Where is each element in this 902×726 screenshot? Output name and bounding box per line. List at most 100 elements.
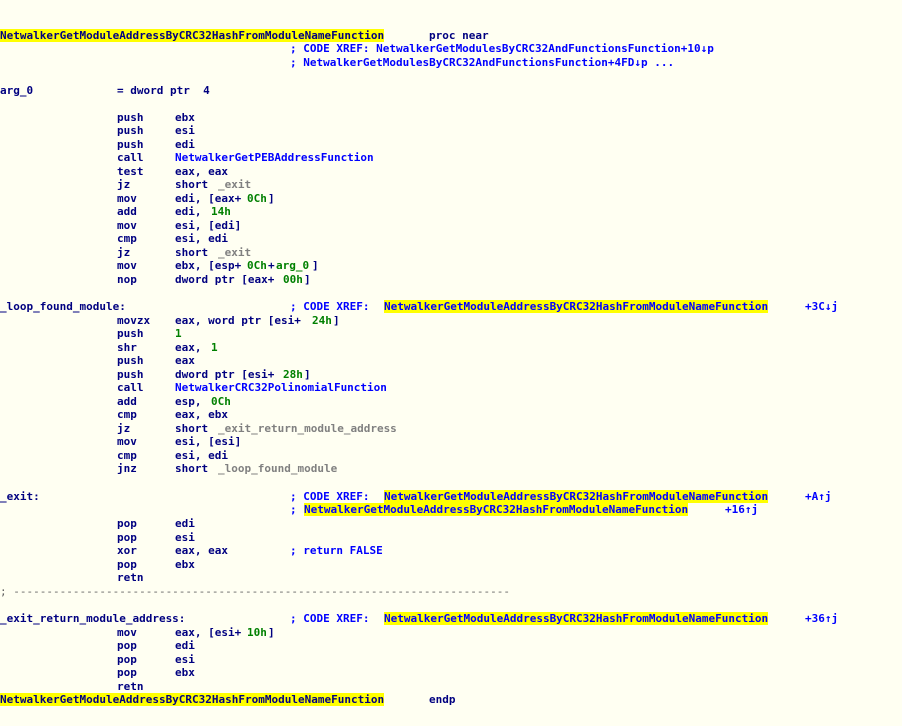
code-token: + [268, 259, 275, 272]
code-token: push [117, 368, 144, 381]
label-reference[interactable]: _loop_found_module [218, 462, 337, 475]
code-token: esi, [esi] [175, 435, 242, 448]
code-token: pop [117, 666, 137, 679]
function-name[interactable]: NetwalkerGetModuleAddressByCRC32HashFrom… [384, 612, 769, 625]
code-token: esi, edi [175, 449, 228, 462]
code-token: ] [268, 192, 275, 205]
function-name[interactable]: NetwalkerGetModuleAddressByCRC32HashFrom… [384, 490, 769, 503]
numeric-operand: 24h [312, 314, 332, 327]
code-comment: ; CODE XREF: NetwalkerGetModulesByCRC32A… [290, 42, 714, 55]
code-token: jz [117, 178, 131, 191]
code-token: push [117, 138, 144, 151]
code-comment: ; [290, 503, 304, 516]
code-token: movzx [117, 314, 151, 327]
numeric-operand: 0Ch [247, 192, 267, 205]
code-token: edi [175, 517, 195, 530]
code-token: edi [175, 138, 195, 151]
code-token: esi, [edi] [175, 219, 242, 232]
code-token: jz [117, 422, 131, 435]
code-token: edi, [eax+ [175, 192, 242, 205]
numeric-operand: 1 [175, 327, 182, 340]
code-comment: +A↑j [805, 490, 832, 503]
code-token: eax, word ptr [esi+ [175, 314, 301, 327]
numeric-operand: 14h [211, 205, 231, 218]
label-reference[interactable]: _exit_return_module_address [218, 422, 397, 435]
code-token: ] [333, 314, 340, 327]
code-token: jz [117, 246, 131, 259]
numeric-operand: 00h [283, 273, 303, 286]
code-token: nop [117, 273, 137, 286]
code-token: ] [304, 273, 311, 286]
code-token: pop [117, 653, 137, 666]
code-token: edi [175, 639, 195, 652]
code-token: esi, edi [175, 232, 228, 245]
separator-line: ; --------------------------------------… [0, 585, 510, 598]
code-token: mov [117, 435, 137, 448]
code-token: short [175, 246, 215, 259]
code-token: dword ptr [esi+ [175, 368, 275, 381]
code-token: ] [304, 368, 311, 381]
function-name[interactable]: NetwalkerGetModuleAddressByCRC32HashFrom… [0, 29, 385, 42]
code-token: push [117, 354, 144, 367]
code-token: esi [175, 124, 195, 137]
code-token: eax, [175, 341, 209, 354]
numeric-operand: 0Ch [211, 395, 231, 408]
code-comment: ; CODE XREF: [290, 300, 377, 313]
code-comment: +36↑j [805, 612, 839, 625]
code-token: pop [117, 558, 137, 571]
code-token: cmp [117, 232, 137, 245]
code-comment: +3C↓j [805, 300, 839, 313]
code-token: eax [175, 354, 195, 367]
code-token: short [175, 422, 215, 435]
code-token: retn [117, 571, 144, 584]
code-token: cmp [117, 408, 137, 421]
code-token: proc near [429, 29, 489, 42]
numeric-operand: arg_0 [276, 259, 310, 272]
code-token: dword ptr [eax+ [175, 273, 275, 286]
code-token: call [117, 151, 144, 164]
code-token: _exit_return_module_address: [0, 612, 186, 625]
code-token: ] [312, 259, 319, 272]
code-token: shr [117, 341, 137, 354]
code-token: short [175, 178, 215, 191]
code-token: push [117, 111, 144, 124]
code-token: pop [117, 531, 137, 544]
code-token: = dword ptr 4 [117, 84, 210, 97]
label-reference[interactable]: _exit [218, 246, 251, 259]
disassembly-listing[interactable]: NetwalkerGetModuleAddressByCRC32HashFrom… [0, 0, 902, 726]
function-name[interactable]: NetwalkerGetModuleAddressByCRC32HashFrom… [0, 693, 385, 706]
code-token: mov [117, 259, 137, 272]
function-name[interactable]: NetwalkerGetModuleAddressByCRC32HashFrom… [384, 300, 769, 313]
code-token: _loop_found_module: [0, 300, 126, 313]
code-token: eax, eax [175, 544, 228, 557]
code-token: ebx [175, 111, 195, 124]
code-token: esi [175, 531, 195, 544]
code-token: call [117, 381, 144, 394]
code-token: mov [117, 219, 137, 232]
label-reference[interactable]: _exit [218, 178, 251, 191]
numeric-operand: 28h [283, 368, 303, 381]
code-token: add [117, 395, 137, 408]
code-token: eax, [esi+ [175, 626, 242, 639]
code-token: esi [175, 653, 195, 666]
code-token: test [117, 165, 144, 178]
numeric-operand: 1 [211, 341, 218, 354]
code-comment: ; CODE XREF: [290, 612, 377, 625]
function-name[interactable]: NetwalkerGetModuleAddressByCRC32HashFrom… [304, 503, 689, 516]
code-comment: ; return FALSE [290, 544, 383, 557]
code-token: _exit: [0, 490, 40, 503]
code-token: pop [117, 639, 137, 652]
function-name[interactable]: NetwalkerGetPEBAddressFunction [175, 151, 374, 164]
numeric-operand: 0Ch [247, 259, 267, 272]
code-token: ebx [175, 558, 195, 571]
numeric-operand: 10h [247, 626, 267, 639]
code-token: eax, ebx [175, 408, 228, 421]
code-comment: ; CODE XREF: [290, 490, 377, 503]
code-token: mov [117, 192, 137, 205]
code-token: retn [117, 680, 144, 693]
code-token: arg_0 [0, 84, 34, 97]
code-token: push [117, 124, 144, 137]
code-token: esp, [175, 395, 209, 408]
code-token: ebx, [esp+ [175, 259, 242, 272]
function-name[interactable]: NetwalkerCRC32PolinomialFunction [175, 381, 387, 394]
